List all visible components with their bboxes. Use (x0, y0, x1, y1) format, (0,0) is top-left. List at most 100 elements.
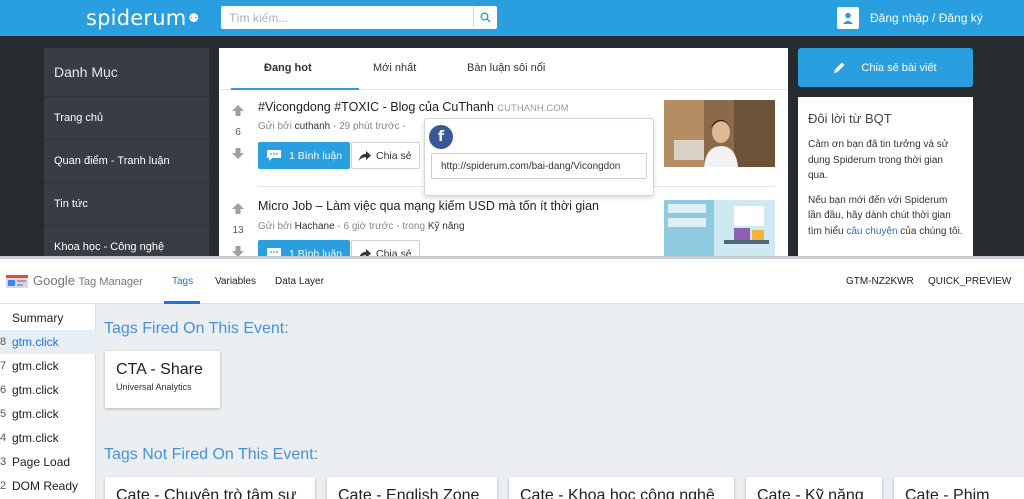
feed-tabs: Đang hot Mới nhất Bàn luận sôi nổi (219, 48, 788, 90)
event-label: gtm.click (12, 359, 59, 373)
login-link[interactable]: Đăng nhập / Đăng ký (837, 7, 983, 29)
story-link[interactable]: câu chuyện (846, 226, 897, 237)
event-number: 6 (0, 384, 7, 396)
tab-variables[interactable]: Variables (215, 276, 256, 287)
event-label: Page Load (12, 455, 71, 469)
event-summary[interactable]: Summary (0, 306, 96, 330)
event-item[interactable]: 8 gtm.click (0, 330, 96, 354)
logo-text: spiderum (86, 6, 187, 30)
search-button[interactable] (473, 7, 496, 28)
downvote-icon[interactable] (231, 148, 245, 162)
post-meta: Gửi bởi Hachane - 6 giờ trước - trong Kỹ… (258, 221, 465, 232)
post-time: - 6 giờ trước - trong (337, 221, 426, 232)
category-sidebar: Danh Mục Trang chủ Quan điểm - Tranh luậ… (44, 48, 209, 260)
pencil-icon (834, 62, 845, 73)
vote-count: 6 (235, 127, 241, 138)
tag-name: Cate - Khoa học công nghệ (520, 487, 715, 499)
tab-data-layer[interactable]: Data Layer (275, 276, 324, 287)
event-item[interactable]: 2 DOM Ready (0, 474, 96, 498)
sidebar-item-opinion[interactable]: Quan điểm - Tranh luận (44, 139, 209, 182)
upvote-icon[interactable] (231, 203, 245, 217)
note-paragraph-2: Nếu bạn mới đến với Spiderum lần đầu, hã… (808, 193, 963, 240)
event-item[interactable]: 3 Page Load (0, 450, 96, 474)
post-author[interactable]: cuthanh (295, 121, 331, 132)
active-tab-indicator (164, 301, 200, 304)
event-number: 7 (0, 360, 7, 372)
tag-name: Cate - Phim (905, 487, 990, 499)
tab-newest[interactable]: Mới nhất (373, 62, 416, 74)
comment-icon (267, 150, 281, 161)
event-number: 3 (0, 456, 7, 468)
gtm-debug-panel: Google Tag Manager Tags Variables Data L… (0, 256, 1024, 499)
event-item[interactable]: 5 gtm.click (0, 402, 96, 426)
share-button[interactable]: Chia sẻ (351, 142, 420, 169)
note-paragraph-1: Cảm ơn bạn đã tin tưởng và sử dụng Spide… (808, 139, 949, 181)
share-post-button[interactable]: Chia sẻ bài viết (798, 48, 973, 87)
note-text-after: của chúng tôi. (900, 225, 963, 237)
gtm-header: Google Tag Manager Tags Variables Data L… (0, 259, 1024, 304)
note-title: Đôi lời từ BQT (808, 111, 892, 126)
event-timeline: Summary 8 gtm.click 7 gtm.click 6 gtm.click… (0, 304, 96, 499)
tab-hot[interactable]: Đang hot (264, 62, 312, 74)
tab-discussed[interactable]: Bàn luận sôi nổi (467, 62, 545, 74)
comments-button[interactable]: 1 Bình luận (258, 142, 351, 169)
not-fired-tag-card[interactable]: Cate - Chuyện trò tâm sự (105, 477, 315, 499)
spider-icon: ⚉ (188, 11, 200, 25)
not-fired-tag-card[interactable]: Cate - Phim (894, 477, 1024, 499)
post-time: - 29 phút trước - (332, 121, 406, 132)
upvote-icon[interactable] (231, 105, 245, 119)
post-title-text: #Vicongdong #TOXIC - Blog của CuThanh (258, 100, 494, 114)
brand-product: Tag Manager (78, 276, 143, 288)
container-id: GTM-NZ2KWR (846, 276, 914, 287)
event-number: 2 (0, 480, 7, 492)
post-meta: Gửi bởi cuthanh - 29 phút trước - (258, 121, 406, 132)
event-item[interactable]: 6 gtm.click (0, 378, 96, 402)
login-label: Đăng nhập / Đăng ký (870, 11, 983, 25)
preview-mode: QUICK_PREVIEW (928, 276, 1012, 287)
facebook-icon[interactable]: f (429, 125, 453, 149)
not-fired-heading: Tags Not Fired On This Event: (104, 446, 319, 463)
event-label: gtm.click (12, 335, 59, 349)
brand-google: Google (33, 273, 75, 288)
sidebar-item-home[interactable]: Trang chủ (44, 96, 209, 139)
post-thumbnail[interactable] (664, 100, 775, 167)
gtm-logo-icon (6, 275, 28, 288)
user-icon (837, 7, 859, 29)
post-author[interactable]: Hachane (295, 221, 335, 232)
active-tab-indicator (231, 88, 359, 90)
gtm-brand: Google Tag Manager (33, 273, 143, 288)
tag-type: Universal Analytics (116, 382, 192, 392)
not-fired-tag-card[interactable]: Cate - Kỹ năng (746, 477, 882, 499)
tag-name: Cate - English Zone (338, 487, 480, 499)
site-header: spiderum⚉ Đăng nhập / Đăng ký (0, 0, 1024, 36)
event-label: gtm.click (12, 431, 59, 445)
sidebar-item-news[interactable]: Tin tức (44, 182, 209, 225)
site-logo[interactable]: spiderum ⚉ (86, 6, 199, 30)
search-box (221, 6, 497, 29)
not-fired-tag-card[interactable]: Cate - Khoa học công nghệ (509, 477, 734, 499)
search-input[interactable] (222, 7, 472, 28)
fired-heading: Tags Fired On This Event: (104, 320, 289, 337)
not-fired-tag-card[interactable]: Cate - English Zone (327, 477, 497, 499)
event-item[interactable]: 4 gtm.click (0, 426, 96, 450)
share-arrow-icon (359, 150, 371, 161)
post-category[interactable]: Kỹ năng (428, 221, 465, 232)
search-icon (480, 12, 490, 23)
meta-prefix: Gửi bởi (258, 121, 292, 132)
event-label: gtm.click (12, 383, 59, 397)
share-url-field[interactable] (431, 153, 647, 179)
admin-note: Đôi lời từ BQT Cảm ơn bạn đã tin tưởng v… (798, 97, 973, 260)
event-item[interactable]: 7 gtm.click (0, 354, 96, 378)
post-title[interactable]: Micro Job – Làm việc qua mạng kiếm USD m… (258, 199, 599, 213)
event-label: DOM Ready (12, 479, 79, 493)
event-label: Summary (12, 311, 64, 325)
post-title[interactable]: #Vicongdong #TOXIC - Blog của CuThanh CU… (258, 100, 569, 114)
share-label: Chia sẻ (376, 149, 412, 162)
event-number: 5 (0, 408, 7, 420)
tab-tags[interactable]: Tags (172, 276, 193, 287)
comments-label: 1 Bình luận (289, 149, 343, 162)
post-source: CUTHANH.COM (497, 103, 569, 114)
fired-tag-card[interactable]: CTA - Share Universal Analytics (105, 351, 220, 408)
event-label: gtm.click (12, 407, 59, 421)
event-number: 8 (0, 336, 7, 348)
